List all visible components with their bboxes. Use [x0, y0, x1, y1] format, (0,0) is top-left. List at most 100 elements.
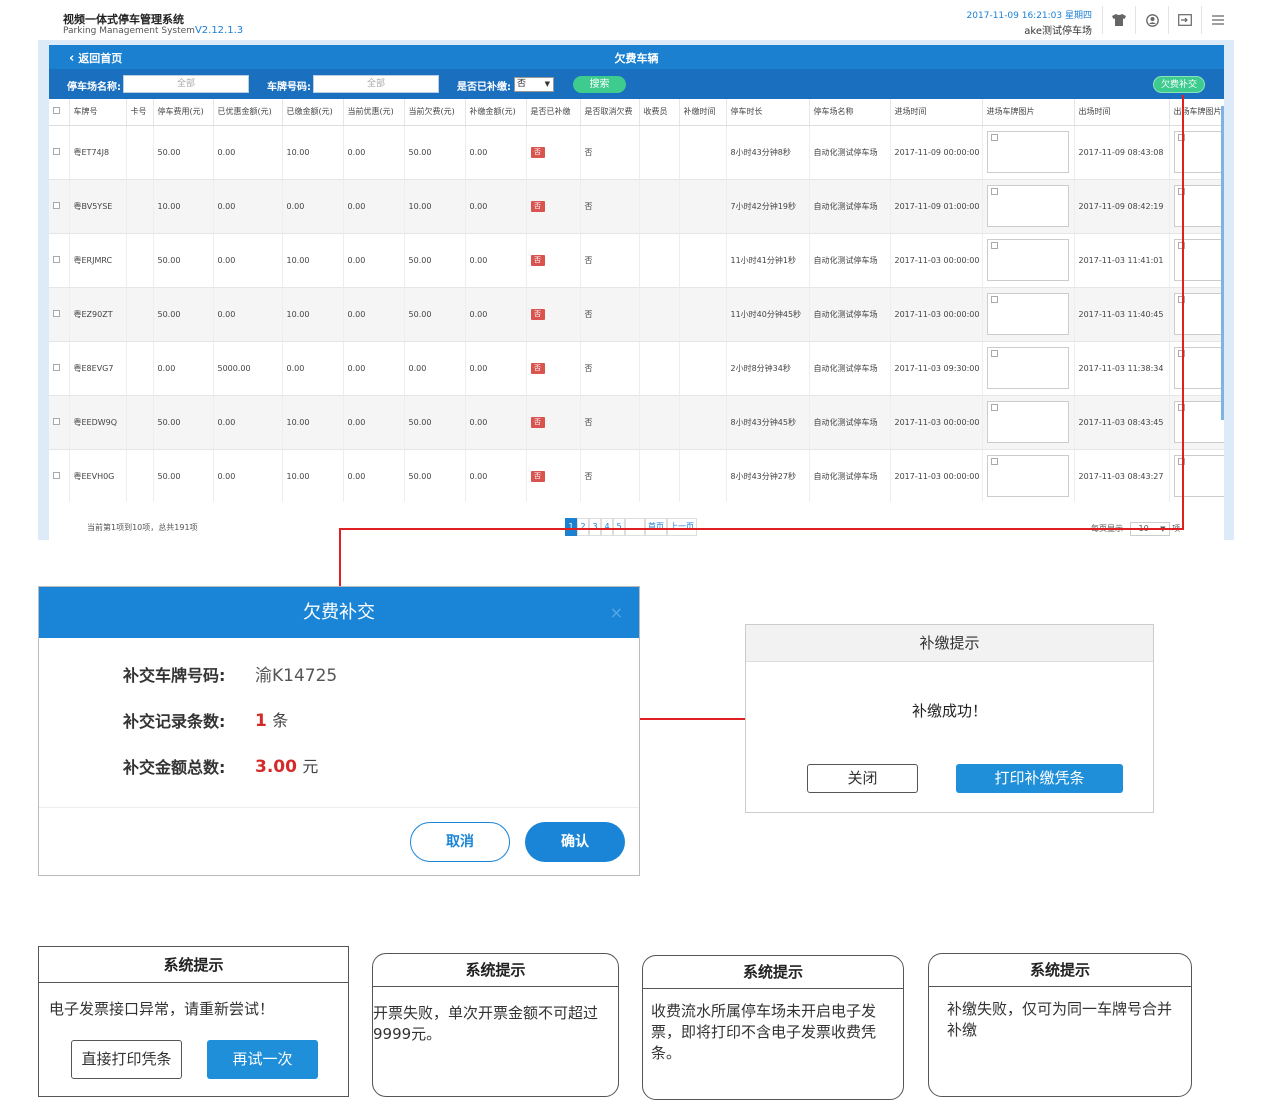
- page-5-button[interactable]: 5: [613, 518, 625, 536]
- row-checkbox-cell[interactable]: [49, 125, 70, 180]
- page-3-button[interactable]: 3: [589, 518, 601, 536]
- cell-plate: 粤BV5YSE: [69, 179, 127, 234]
- column-header: 卡号: [126, 99, 154, 126]
- pagination: 1 2 3 4 5 首页 上一页: [565, 518, 697, 536]
- cell-cashier: [639, 395, 680, 450]
- plate-image[interactable]: [986, 455, 1069, 497]
- cell-lot: 自动化测试停车场: [809, 341, 891, 396]
- logout-icon[interactable]: [1168, 6, 1201, 34]
- cell-repay-time: [679, 233, 727, 288]
- checkbox[interactable]: [990, 188, 998, 195]
- plate-filter-input[interactable]: 全部: [313, 75, 439, 93]
- checkbox[interactable]: [53, 107, 60, 115]
- confirm-button[interactable]: 确认: [525, 822, 625, 862]
- table-header-row: 车牌号 卡号 停车费用(元) 已优惠金额(元) 已缴金额(元) 当前优惠(元) 当前欠费(元…: [49, 99, 1224, 126]
- checkbox[interactable]: [990, 242, 998, 249]
- checkbox[interactable]: [53, 147, 60, 155]
- user-icon[interactable]: [1135, 6, 1168, 34]
- cancel-button[interactable]: 取消: [410, 822, 510, 862]
- checkbox[interactable]: [53, 471, 60, 479]
- row-checkbox-cell[interactable]: [49, 395, 70, 450]
- exit-plate-image-cell: [1169, 341, 1224, 396]
- plate-image[interactable]: [986, 239, 1069, 281]
- status-badge: 否: [530, 254, 545, 266]
- cell-repay: 0.00: [465, 341, 527, 396]
- arrears-table: 车牌号 卡号 停车费用(元) 已优惠金额(元) 已缴金额(元) 当前优惠(元) 当前欠费(元…: [49, 99, 1224, 540]
- cell-repay: 0.00: [465, 233, 527, 288]
- paid-filter-value: 否: [517, 79, 527, 89]
- prev-page-button[interactable]: 上一页: [667, 518, 697, 536]
- lot-filter-input[interactable]: 全部: [123, 75, 249, 93]
- checkbox[interactable]: [990, 296, 998, 303]
- table-row[interactable]: 粤EEVH0G 50.00 0.00 10.00 0.00 50.00 0.00 否否 8小时4…: [49, 449, 1224, 504]
- cell-paid: 10.00: [282, 125, 344, 180]
- row-checkbox-cell[interactable]: [49, 341, 70, 396]
- close-button[interactable]: 关闭: [807, 764, 918, 793]
- tip-message: 电子发票接口异常，请重新尝试！: [49, 1000, 275, 1018]
- first-page-button[interactable]: 首页: [645, 518, 667, 536]
- plate-image[interactable]: [986, 347, 1069, 389]
- row-checkbox-cell[interactable]: [49, 287, 70, 342]
- close-icon[interactable]: ×: [610, 587, 623, 638]
- entry-plate-image-cell: [982, 179, 1075, 234]
- search-button[interactable]: 搜索: [573, 76, 626, 93]
- cell-paid: 10.00: [282, 287, 344, 342]
- header-icon-group: [1102, 6, 1234, 34]
- table-row[interactable]: 粤EZ90ZT 50.00 0.00 10.00 0.00 50.00 0.00 否否 11小时…: [49, 287, 1224, 342]
- print-directly-button[interactable]: 直接打印凭条: [71, 1040, 182, 1079]
- checkbox[interactable]: [53, 309, 60, 317]
- status-badge: 否: [530, 416, 545, 428]
- select-all-checkbox-cell[interactable]: [49, 99, 70, 126]
- row-checkbox-cell[interactable]: [49, 179, 70, 234]
- checkbox[interactable]: [990, 350, 998, 357]
- entry-plate-image-cell: [982, 233, 1075, 288]
- row-checkbox-cell[interactable]: [49, 449, 70, 504]
- table-row[interactable]: 粤ET74J8 50.00 0.00 10.00 0.00 50.00 0.00 否否 8小时4…: [49, 125, 1224, 180]
- cell-in-time: 2017-11-03 00:00:00: [890, 449, 983, 504]
- page-4-button[interactable]: 4: [601, 518, 613, 536]
- checkbox[interactable]: [53, 201, 60, 209]
- cell-paid: 0.00: [282, 341, 344, 396]
- cell-repay-time: [679, 341, 727, 396]
- tip-title: 系统提示: [373, 954, 618, 987]
- checkbox[interactable]: [990, 404, 998, 411]
- checkbox[interactable]: [53, 255, 60, 263]
- shirt-icon[interactable]: [1102, 6, 1135, 34]
- row-checkbox-cell[interactable]: [49, 233, 70, 288]
- is-paid-cell: 否: [526, 287, 581, 342]
- menu-icon[interactable]: [1201, 6, 1234, 34]
- retry-button[interactable]: 再试一次: [207, 1040, 318, 1079]
- pager-info: 当前第1项到10项，总共191项: [87, 523, 198, 532]
- cell-owe: 50.00: [404, 449, 466, 504]
- table-row[interactable]: 粤ERJMRC 50.00 0.00 10.00 0.00 50.00 0.00 否否 11小时…: [49, 233, 1224, 288]
- arrears-pay-button[interactable]: 欠费补交: [1153, 76, 1205, 93]
- cell-plate: 粤E8EVG7: [69, 341, 127, 396]
- cell-cancel: 否: [580, 125, 640, 180]
- cell-lot: 自动化测试停车场: [809, 179, 891, 234]
- plate-image[interactable]: [986, 131, 1069, 173]
- checkbox[interactable]: [990, 134, 998, 141]
- paid-filter-select[interactable]: 否 ▼: [514, 77, 554, 92]
- cell-fee: 0.00: [153, 341, 214, 396]
- page-1-button[interactable]: 1: [565, 518, 577, 536]
- plate-image[interactable]: [986, 185, 1069, 227]
- is-paid-cell: 否: [526, 125, 581, 180]
- page-2-button[interactable]: 2: [577, 518, 589, 536]
- plate-image[interactable]: [986, 401, 1069, 443]
- checkbox[interactable]: [990, 458, 998, 465]
- table-row[interactable]: 粤EEDW9Q 50.00 0.00 10.00 0.00 50.00 0.00 否否 8小时4…: [49, 395, 1224, 450]
- cell-cur-disc: 0.00: [343, 287, 405, 342]
- plate-image[interactable]: [986, 293, 1069, 335]
- cell-plate: 粤EZ90ZT: [69, 287, 127, 342]
- exit-plate-image-cell: [1169, 395, 1224, 450]
- print-receipt-button[interactable]: 打印补缴凭条: [956, 764, 1123, 793]
- column-header: 补缴时间: [679, 99, 727, 126]
- table-row[interactable]: 粤BV5YSE 10.00 0.00 0.00 0.00 10.00 0.00 否否 7小时42…: [49, 179, 1224, 234]
- vertical-scrollbar[interactable]: [1221, 106, 1224, 420]
- cell-owe: 50.00: [404, 395, 466, 450]
- table-row[interactable]: 粤E8EVG7 0.00 5000.00 0.00 0.00 0.00 0.00 否否 2小时8…: [49, 341, 1224, 396]
- checkbox[interactable]: [53, 417, 60, 425]
- checkbox[interactable]: [53, 363, 60, 371]
- cell-repay-time: [679, 395, 727, 450]
- pager-bar: 当前第1项到10项，总共191项 12345首页上一页 每页显示 10 ▼ 项: [49, 502, 1224, 540]
